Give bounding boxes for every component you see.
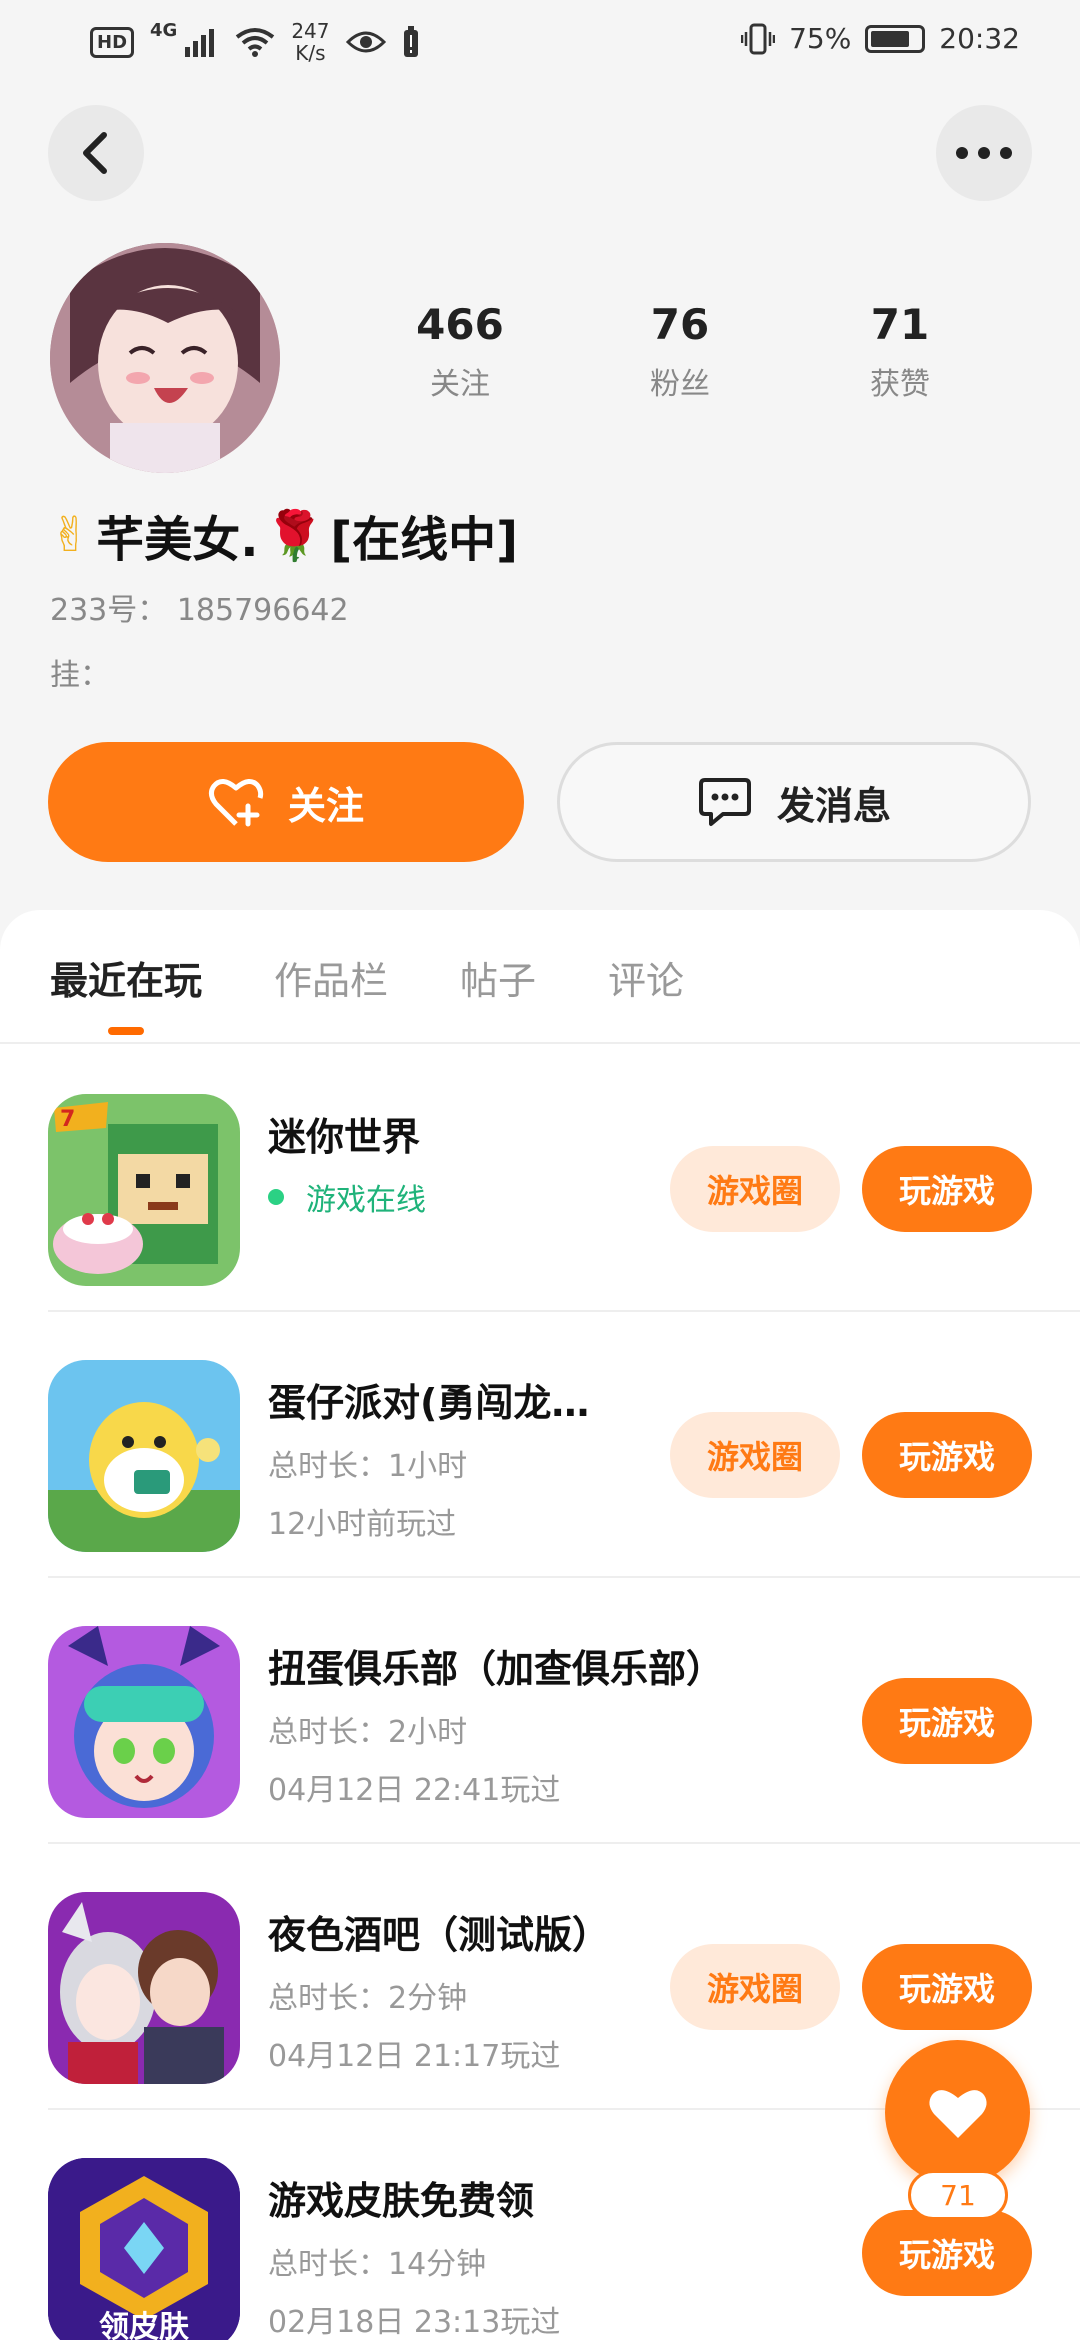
game-info: 夜色酒吧（测试版） 总时长：2分钟 04月12日 21:17玩过	[268, 1904, 658, 2075]
network-label: 4G	[150, 20, 178, 41]
battery-percent: 75%	[789, 22, 852, 55]
stats-row: 466 关注 76 粉丝 71 获赞	[370, 300, 990, 403]
uid-label: 233号：	[50, 593, 168, 628]
avatar[interactable]	[50, 243, 280, 473]
tab-bar: 最近在玩 作品栏 帖子 评论	[50, 950, 684, 1035]
wifi-icon	[236, 28, 275, 57]
tab-posts[interactable]: 帖子	[460, 950, 536, 1035]
game-title: 迷你世界	[268, 1115, 421, 1159]
icon-caption: 领皮肤	[99, 2310, 189, 2340]
play-duration: 总时长：1小时	[268, 1449, 468, 1484]
tab-comments[interactable]: 评论	[608, 950, 684, 1035]
tab-recently-played[interactable]: 最近在玩	[50, 950, 202, 1035]
last-played: 04月12日 21:17玩过	[268, 2039, 561, 2074]
game-row[interactable]: 扭蛋俱乐部（加查俱乐部） 总时长：2小时 04月12日 22:41玩过 玩游戏	[0, 1578, 1080, 1844]
signature-label: 挂：	[50, 658, 110, 693]
game-circle-button[interactable]: 游戏圈	[670, 1412, 840, 1498]
play-duration: 总时长：2分钟	[268, 1981, 468, 2016]
play-game-button[interactable]: 玩游戏	[862, 1678, 1032, 1764]
tab-indicator	[108, 1027, 144, 1035]
back-arrow-icon	[83, 132, 107, 174]
play-game-button[interactable]: 玩游戏	[862, 2210, 1032, 2296]
stat-followers[interactable]: 76 粉丝	[590, 300, 770, 403]
heart-icon	[928, 2089, 987, 2138]
message-label: 发消息	[776, 783, 891, 828]
game-circle-button[interactable]: 游戏圈	[670, 1944, 840, 2030]
profile-screen: HD 4G 247 K/s 75% 20:32 466 关注 76 粉丝 71 …	[0, 0, 1080, 2340]
back-button[interactable]	[48, 105, 144, 201]
network-speed: 247 K/s	[291, 19, 330, 65]
stat-likes[interactable]: 71 获赞	[810, 300, 990, 403]
message-button[interactable]: 发消息	[557, 742, 1031, 862]
follow-label: 关注	[287, 783, 364, 828]
last-played: 04月12日 22:41玩过	[268, 1773, 561, 1808]
play-game-button[interactable]: 玩游戏	[862, 1146, 1032, 1232]
clock: 20:32	[939, 22, 1020, 55]
alert-battery-icon	[403, 26, 418, 57]
tab-works[interactable]: 作品栏	[274, 950, 388, 1035]
game-title: 游戏皮肤免费领	[268, 2179, 535, 2223]
online-status: 游戏在线	[268, 1175, 658, 1219]
game-row[interactable]: 7 迷你世界 游戏在线 游戏圈 玩游戏	[0, 1046, 1080, 1312]
game-icon-night-bar[interactable]	[48, 1892, 240, 2084]
avatar-illustration	[50, 243, 280, 473]
battery-icon	[865, 24, 926, 53]
game-row[interactable]: 蛋仔派对(勇闯龙… 总时长：1小时 12小时前玩过 游戏圈 玩游戏	[0, 1312, 1080, 1578]
game-info: 游戏皮肤免费领 总时长：14分钟 02月18日 23:13玩过	[268, 2170, 658, 2340]
play-duration: 总时长：14分钟	[268, 2247, 487, 2282]
nickname: ✌ 芊美女. 🌹 [在线中]	[50, 500, 518, 570]
game-icon-mini-world[interactable]: 7	[48, 1094, 240, 1286]
vibrate-icon	[741, 23, 776, 54]
game-info: 扭蛋俱乐部（加查俱乐部） 总时长：2小时 04月12日 22:41玩过	[268, 1638, 788, 1809]
svg-text:7: 7	[60, 1107, 75, 1132]
game-icon-free-skins[interactable]: 领皮肤	[48, 2158, 240, 2340]
online-tag: [在线中]	[330, 512, 519, 568]
victory-hand-emoji: ✌	[50, 507, 91, 563]
game-icon-gacha-club[interactable]	[48, 1626, 240, 1818]
game-circle-button[interactable]: 游戏圈	[670, 1146, 840, 1232]
more-button[interactable]	[936, 105, 1032, 201]
chat-bubble-icon	[698, 778, 751, 826]
uid-row: 233号： 185796642	[50, 585, 349, 629]
game-title: 夜色酒吧（测试版）	[268, 1913, 611, 1957]
play-game-button[interactable]: 玩游戏	[862, 1412, 1032, 1498]
follow-button[interactable]: 关注	[48, 742, 524, 862]
game-icon-eggy-party[interactable]	[48, 1360, 240, 1552]
play-game-button[interactable]: 玩游戏	[862, 1944, 1032, 2030]
heart-plus-icon	[208, 779, 264, 827]
signal-icon	[185, 29, 215, 57]
game-title: 扭蛋俱乐部（加查俱乐部）	[268, 1647, 725, 1691]
game-title: 蛋仔派对(勇闯龙…	[268, 1381, 590, 1425]
last-played: 02月18日 23:13玩过	[268, 2305, 561, 2340]
like-count-badge: 71	[908, 2170, 1008, 2220]
more-dots-icon	[956, 147, 1012, 159]
like-fab[interactable]	[885, 2040, 1030, 2185]
last-played: 12小时前玩过	[268, 1507, 457, 1542]
rose-emoji: 🌹	[264, 507, 325, 564]
game-info: 迷你世界 游戏在线	[268, 1106, 658, 1219]
nickname-text: 芊美女.	[96, 512, 259, 568]
tabs-divider	[0, 1042, 1080, 1044]
play-duration: 总时长：2小时	[268, 1715, 468, 1750]
online-dot-icon	[268, 1189, 284, 1205]
eye-icon	[345, 31, 386, 53]
stat-following[interactable]: 466 关注	[370, 300, 550, 403]
uid-value: 185796642	[176, 593, 349, 628]
status-bar: HD 4G 247 K/s 75% 20:32	[0, 0, 1080, 90]
game-info: 蛋仔派对(勇闯龙… 总时长：1小时 12小时前玩过	[268, 1372, 658, 1543]
signature-row: 挂：	[50, 650, 110, 694]
hd-icon: HD	[90, 26, 135, 58]
